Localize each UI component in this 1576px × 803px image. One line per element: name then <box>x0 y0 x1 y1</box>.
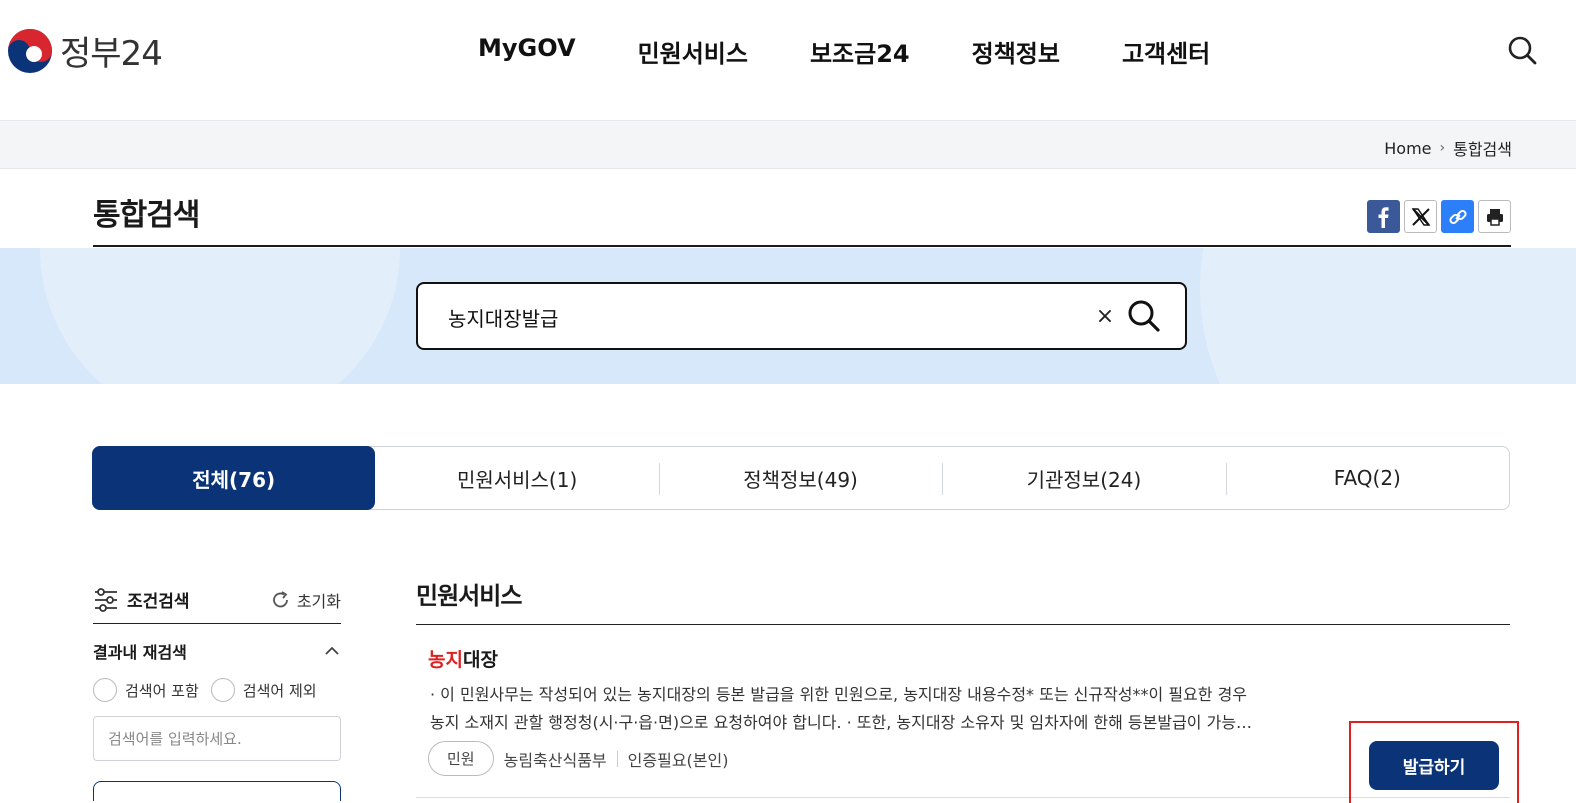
results-section-title: 민원서비스 <box>416 570 1510 625</box>
logo[interactable]: 정부24 <box>6 26 163 75</box>
radio-exclude-label: 검색어 제외 <box>242 681 317 700</box>
reset-label: 초기화 <box>296 591 341 611</box>
reset-button[interactable]: 초기화 <box>271 588 341 612</box>
result-item: 농지대장 · 이 민원사무는 작성되어 있는 농지대장의 등본 발급을 위한 민… <box>416 625 1519 803</box>
refine-search-button[interactable] <box>93 781 341 801</box>
search-icon[interactable] <box>1126 298 1162 334</box>
refine-search-header[interactable]: 결과내 재검색 <box>93 624 341 678</box>
refine-search-title: 결과내 재검색 <box>93 643 187 662</box>
results-section: 민원서비스 농지대장 · 이 민원사무는 작성되어 있는 농지대장의 등본 발급… <box>416 570 1519 803</box>
logo-text: 정부24 <box>60 34 163 74</box>
tab-faq[interactable]: FAQ(2) <box>1225 447 1509 509</box>
search-box: × <box>416 282 1187 350</box>
radio-circle[interactable] <box>93 678 117 702</box>
result-title-rest: 대장 <box>462 649 498 671</box>
filter-sliders-icon <box>95 587 117 612</box>
agency-label: 농림축산식품부 <box>503 750 607 770</box>
radio-include-label: 검색어 포함 <box>125 681 199 700</box>
main-nav: MyGOV 민원서비스 보조금24 정책정보 고객센터 <box>478 34 1210 69</box>
breadcrumb-current: 통합검색 <box>1453 140 1512 159</box>
result-title-highlight: 농지 <box>428 649 463 671</box>
clear-icon[interactable]: × <box>1090 302 1120 332</box>
refine-search-input[interactable] <box>93 716 341 761</box>
page-title-area: 통합검색 <box>93 190 1511 247</box>
chevron-right-icon: › <box>1439 140 1446 156</box>
banner-decoration <box>1200 248 1576 384</box>
print-icon[interactable] <box>1478 200 1511 233</box>
radio-exclude[interactable]: 검색어 제외 <box>210 678 317 702</box>
radio-include[interactable]: 검색어 포함 <box>93 678 199 702</box>
auth-requirement: 인증필요(본인) <box>627 750 729 770</box>
site-header: 정부24 MyGOV 민원서비스 보조금24 정책정보 고객센터 <box>0 0 1576 120</box>
tab-civil-service[interactable]: 민원서비스(1) <box>375 447 658 509</box>
banner-decoration <box>40 248 400 384</box>
share-buttons <box>1367 200 1511 233</box>
breadcrumb-home[interactable]: Home <box>1384 139 1431 158</box>
refine-options: 검색어 포함 검색어 제외 <box>93 678 341 702</box>
result-description: · 이 민원사무는 작성되어 있는 농지대장의 등본 발급을 위한 민원으로, … <box>430 681 1342 737</box>
link-icon[interactable] <box>1441 200 1474 233</box>
page-title: 통합검색 <box>93 198 200 233</box>
result-title-link[interactable]: 농지대장 <box>428 645 498 672</box>
x-icon[interactable] <box>1404 200 1437 233</box>
nav-item-customer-center[interactable]: 고객센터 <box>1122 34 1210 69</box>
filter-header: 조건검색 초기화 <box>93 576 341 624</box>
divider <box>616 750 618 767</box>
search-banner: × <box>0 248 1576 384</box>
nav-item-subsidy[interactable]: 보조금24 <box>810 34 910 69</box>
facebook-icon[interactable] <box>1367 200 1400 233</box>
issue-button[interactable]: 발급하기 <box>1369 741 1499 790</box>
nav-item-mygov[interactable]: MyGOV <box>478 34 576 69</box>
result-description-line: · 이 민원사무는 작성되어 있는 농지대장의 등본 발급을 위한 민원으로, … <box>430 685 1248 704</box>
refresh-icon <box>272 590 288 607</box>
chevron-up-icon[interactable] <box>323 645 341 657</box>
search-icon[interactable] <box>1506 34 1538 66</box>
breadcrumb-bar: Home › 통합검색 <box>0 120 1576 169</box>
tab-all[interactable]: 전체(76) <box>92 446 376 510</box>
nav-item-policy[interactable]: 정책정보 <box>972 34 1060 69</box>
tab-policy[interactable]: 정책정보(49) <box>658 447 942 509</box>
filter-title: 조건검색 <box>93 587 190 612</box>
tab-agency[interactable]: 기관정보(24) <box>942 447 1225 509</box>
result-description-line: 농지 소재지 관할 행정청(시·구·읍·면)으로 요청하여야 합니다. · 또한… <box>430 713 1253 732</box>
filter-sidebar: 조건검색 초기화 결과내 재검색 검색어 포함 검색어 제외 <box>93 576 341 801</box>
breadcrumb: Home › 통합검색 <box>1384 136 1512 160</box>
filter-title-label: 조건검색 <box>127 592 190 612</box>
result-tabs: 전체(76) 민원서비스(1) 정책정보(49) 기관정보(24) FAQ(2) <box>92 446 1510 510</box>
taegeuk-logo-icon <box>8 28 52 73</box>
search-input[interactable] <box>448 302 1068 332</box>
category-badge: 민원 <box>428 741 494 776</box>
nav-item-civil-service[interactable]: 민원서비스 <box>638 34 748 69</box>
radio-circle[interactable] <box>210 678 235 702</box>
result-tags: 민원 농림축산식품부 인증필요(본인) <box>428 741 728 776</box>
